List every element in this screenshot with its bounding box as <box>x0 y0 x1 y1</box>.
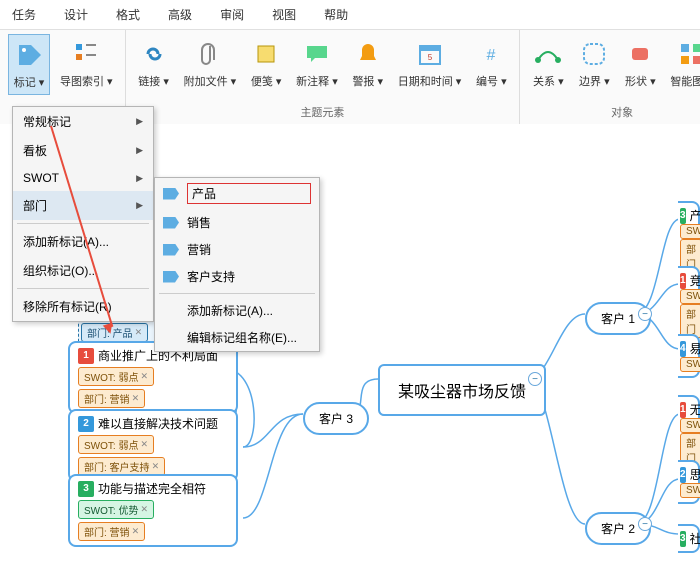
ribbon-shape-button[interactable]: 形状 ▾ <box>620 34 660 93</box>
node-3[interactable]: 3功能与描述完全相符 SWOT: 优势✕ 部门: 营销✕ <box>68 474 238 547</box>
ribbon-link-button[interactable]: 链接 ▾ <box>134 34 174 93</box>
smart-icon <box>675 38 700 70</box>
date-icon: 5 <box>414 38 446 70</box>
attach-icon <box>194 38 226 70</box>
ribbon-tag-button[interactable]: 标记 ▾ <box>8 34 50 95</box>
menu-设计[interactable]: 设计 <box>64 6 88 23</box>
node-2[interactable]: 2难以直接解决技术问题 SWOT: 弱点✕ 部门: 客户支持✕ <box>68 409 238 482</box>
submenu-item[interactable]: 营销 <box>155 236 319 263</box>
dropdown-item[interactable]: 看板▶ <box>13 136 153 165</box>
submenu-item[interactable]: 销售 <box>155 209 319 236</box>
tag-icon <box>163 188 179 200</box>
collapse-toggle[interactable]: − <box>528 372 542 386</box>
bell-icon <box>352 38 384 70</box>
svg-text:5: 5 <box>427 53 432 62</box>
comment-icon <box>301 38 333 70</box>
node-customer-3[interactable]: 客户 3 <box>303 402 369 435</box>
submenu-item[interactable]: 编辑标记组名称(E)... <box>155 324 319 351</box>
menu-帮助[interactable]: 帮助 <box>324 6 348 23</box>
collapse-toggle[interactable]: − <box>638 517 652 531</box>
ribbon-group-2: 链接 ▾附加文件 ▾便笺 ▾新注释 ▾警报 ▾5日期和时间 ▾#编号 ▾ 主题元… <box>126 30 521 124</box>
ribbon-date-button[interactable]: 5日期和时间 ▾ <box>394 34 466 93</box>
partial-node[interactable]: 4易SWOT <box>678 334 700 378</box>
ribbon-index-button[interactable]: 导图索引 ▾ <box>56 34 117 93</box>
submenu-item[interactable]: 产品 <box>155 178 319 209</box>
svg-text:#: # <box>487 47 496 64</box>
index-icon <box>70 38 102 70</box>
partial-node[interactable]: 1竞SWOT部门 <box>678 266 700 344</box>
menu-任务[interactable]: 任务 <box>12 6 36 23</box>
ribbon-rel-button[interactable]: 关系 ▾ <box>528 34 568 93</box>
chevron-right-icon: ▶ <box>136 145 143 156</box>
shape-icon <box>624 38 656 70</box>
link-icon <box>138 38 170 70</box>
dropdown-item[interactable]: 常规标记▶ <box>13 107 153 136</box>
ribbon-attach-button[interactable]: 附加文件 ▾ <box>180 34 241 93</box>
dropdown-item[interactable]: 部门▶ <box>13 191 153 220</box>
ribbon-number-button[interactable]: #编号 ▾ <box>471 34 511 93</box>
menu-审阅[interactable]: 审阅 <box>220 6 244 23</box>
dropdown-item[interactable]: SWOT▶ <box>13 165 153 191</box>
ribbon-smart-button[interactable]: 智能图 ▾ <box>666 34 700 93</box>
chevron-right-icon: ▶ <box>136 173 143 184</box>
marker-dropdown: 常规标记▶看板▶SWOT▶部门▶添加新标记(A)...组织标记(O)...移除所… <box>12 106 154 322</box>
tag-icon <box>163 244 179 256</box>
partial-node[interactable]: 2思SWOT <box>678 460 700 504</box>
ribbon-comment-button[interactable]: 新注释 ▾ <box>292 34 342 93</box>
partial-node[interactable]: 3社 <box>678 524 700 553</box>
number-icon: # <box>475 38 507 70</box>
menu-格式[interactable]: 格式 <box>116 6 140 23</box>
submenu-item[interactable]: 客户支持 <box>155 263 319 290</box>
menu-高级[interactable]: 高级 <box>168 6 192 23</box>
dropdown-item[interactable]: 组织标记(O)... <box>13 256 153 285</box>
rel-icon <box>532 38 564 70</box>
tag-icon <box>163 271 179 283</box>
ribbon-bell-button[interactable]: 警报 ▾ <box>348 34 388 93</box>
ribbon-group-3: 关系 ▾边界 ▾形状 ▾智能图 ▾ 对象 <box>520 30 700 124</box>
ribbon-group-label: 对象 <box>528 102 700 122</box>
chevron-right-icon: ▶ <box>136 200 143 211</box>
ribbon-group-label: 主题元素 <box>134 102 512 122</box>
dept-submenu: 产品销售营销客户支持添加新标记(A)...编辑标记组名称(E)... <box>154 177 320 352</box>
menubar: 任务 设计 格式 高级 审阅 视图 帮助 <box>0 0 700 30</box>
ribbon-bound-button[interactable]: 边界 ▾ <box>574 34 614 93</box>
dropdown-remove-all[interactable]: 移除所有标记(R) <box>13 292 153 321</box>
submenu-item[interactable]: 添加新标记(A)... <box>155 297 319 324</box>
menu-视图[interactable]: 视图 <box>272 6 296 23</box>
ribbon-note-button[interactable]: 便笺 ▾ <box>246 34 286 93</box>
tag-icon <box>163 217 179 229</box>
note-icon <box>250 38 282 70</box>
tag-icon <box>13 39 45 71</box>
bound-icon <box>578 38 610 70</box>
chevron-right-icon: ▶ <box>136 116 143 127</box>
collapse-toggle[interactable]: − <box>638 307 652 321</box>
main-topic[interactable]: 某吸尘器市场反馈 <box>378 364 546 416</box>
